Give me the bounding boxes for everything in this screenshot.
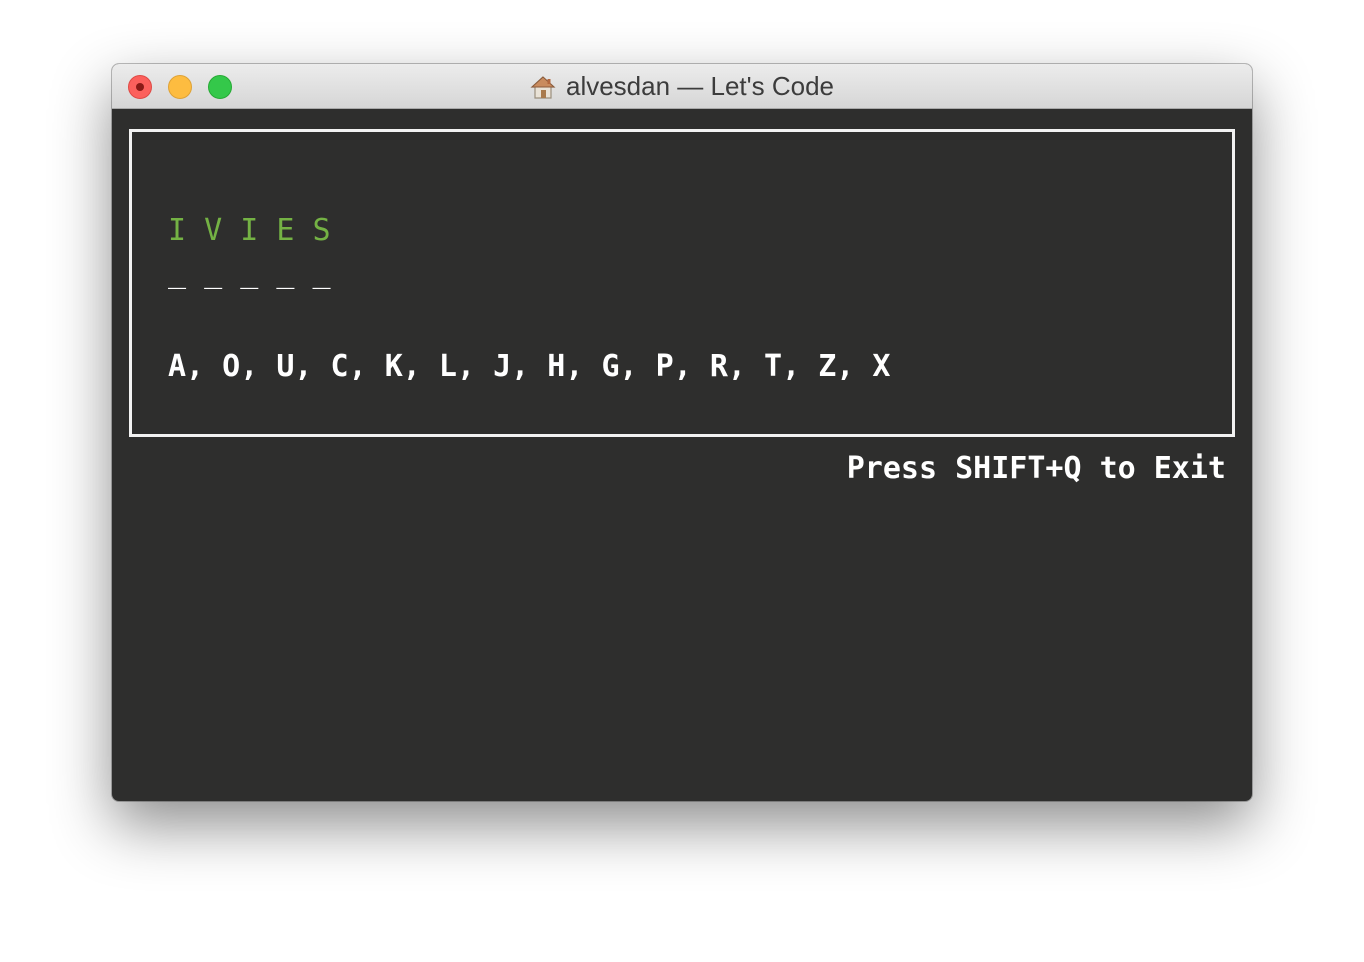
window-title: alvesdan — Let's Code — [112, 64, 1252, 109]
exit-hint: Press SHIFT+Q to Exit — [846, 451, 1226, 486]
guessed-letters: A, O, U, C, K, L, J, H, G, P, R, T, Z, X — [168, 349, 891, 384]
terminal-content[interactable]: I V I E S _ _ _ _ _ A, O, U, C, K, L, J,… — [112, 109, 1252, 801]
terminal-window: alvesdan — Let's Code I V I E S _ _ _ _ … — [112, 64, 1252, 801]
window-title-text: alvesdan — Let's Code — [565, 71, 834, 101]
home-icon — [530, 75, 556, 99]
title-bar[interactable]: alvesdan — Let's Code — [112, 64, 1252, 109]
word-blanks: _ _ _ _ _ — [168, 255, 331, 290]
revealed-word: I V I E S — [168, 213, 331, 248]
